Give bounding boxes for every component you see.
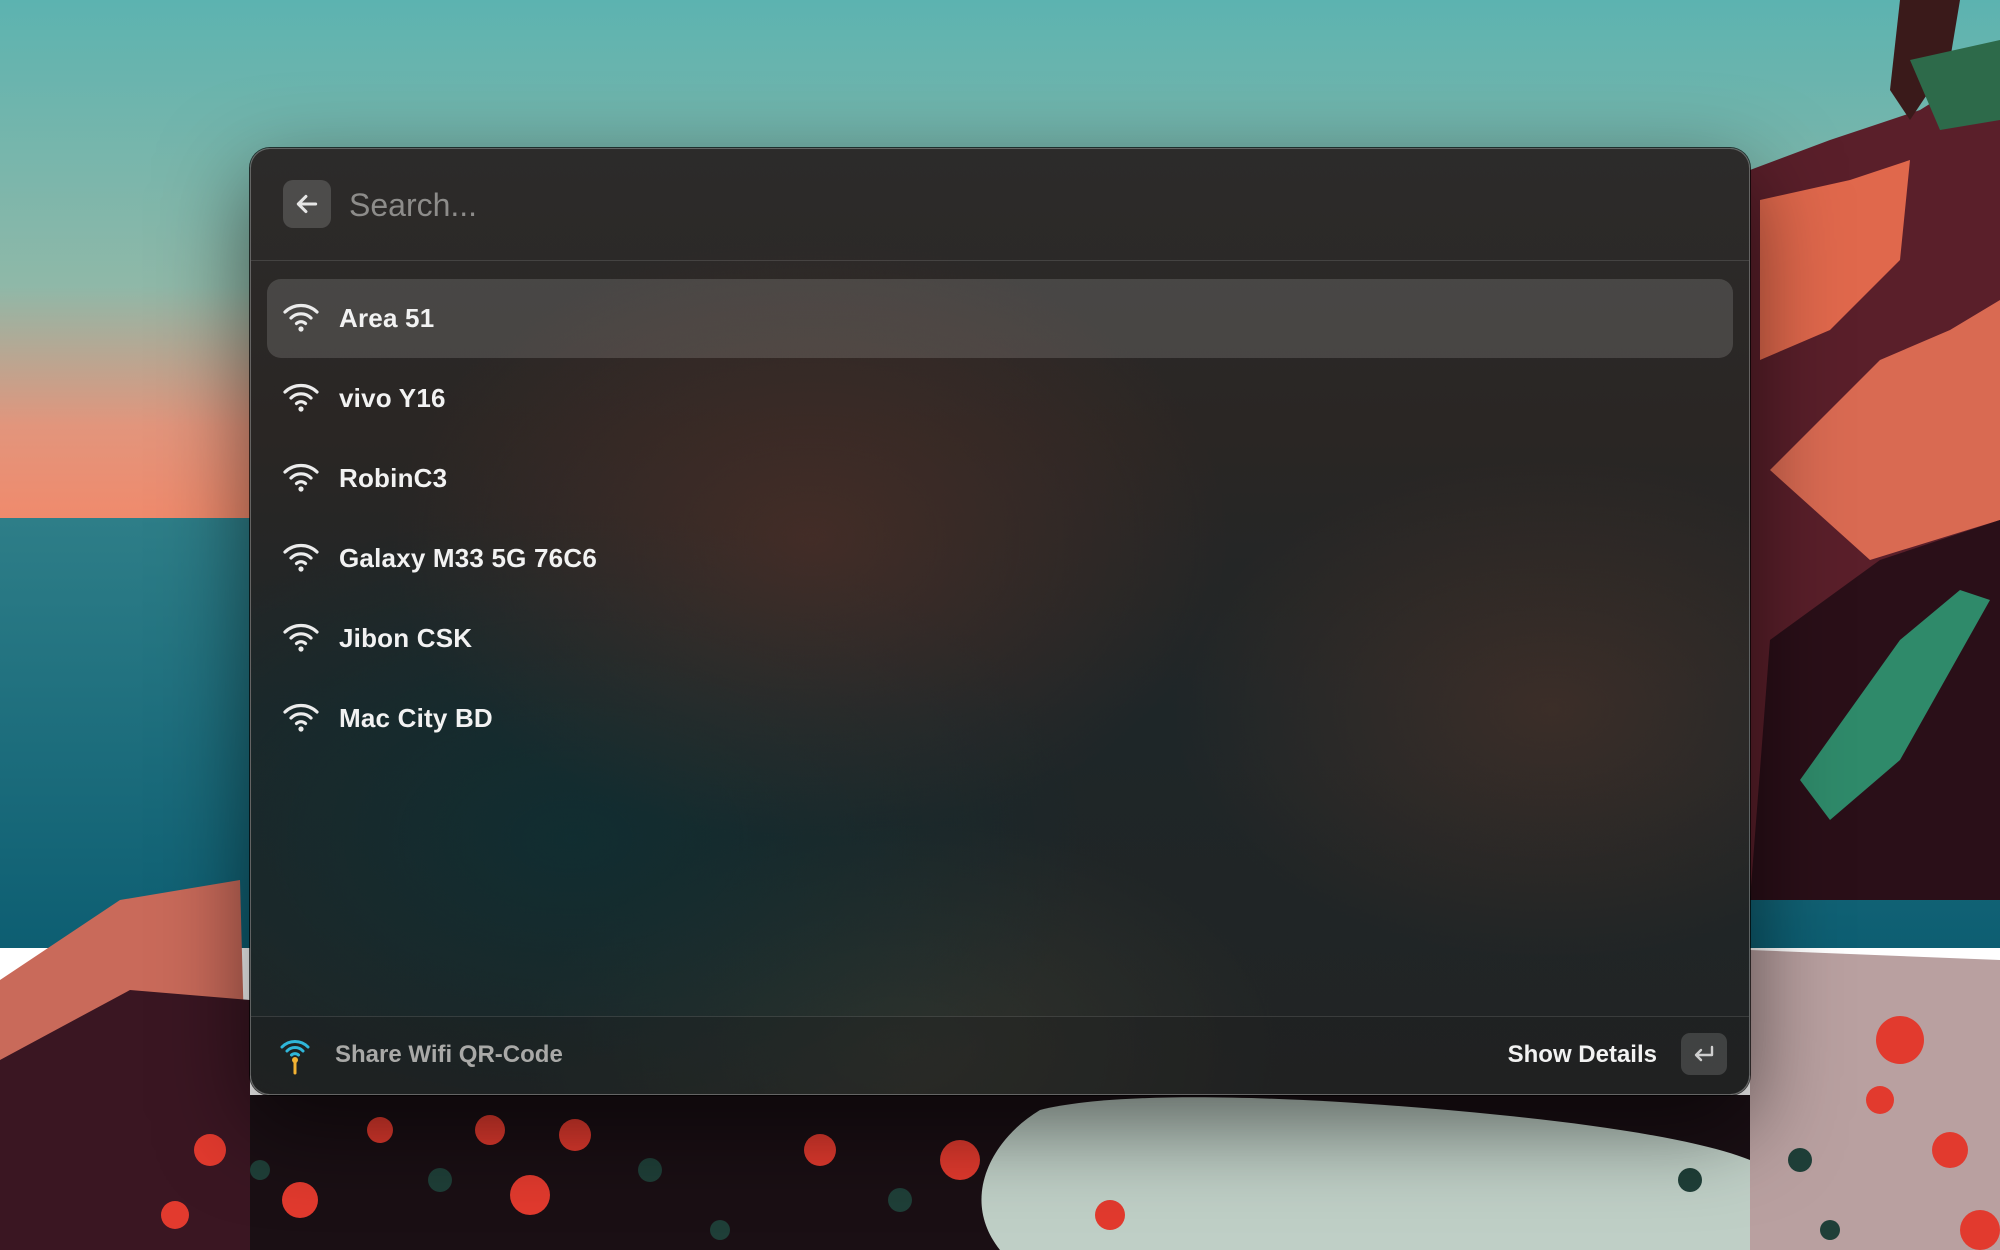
search-input[interactable] bbox=[347, 176, 1691, 234]
list-item-galaxy-m33[interactable]: Galaxy M33 5G 76C6 bbox=[267, 519, 1733, 598]
show-details-button[interactable]: Show Details bbox=[1508, 1041, 1657, 1069]
wifi-icon bbox=[281, 301, 321, 333]
network-list: Area 51 vivo Y16 RobinC3 Galaxy M33 5G 7… bbox=[267, 279, 1733, 759]
arrow-left-icon bbox=[296, 194, 318, 214]
wifi-icon bbox=[281, 621, 321, 653]
list-item-mac-city-bd[interactable]: Mac City BD bbox=[267, 679, 1733, 758]
wifi-icon bbox=[281, 701, 321, 733]
list-item-robinc3[interactable]: RobinC3 bbox=[267, 439, 1733, 518]
wifi-icon bbox=[281, 461, 321, 493]
back-button[interactable] bbox=[283, 180, 331, 228]
network-name: Mac City BD bbox=[339, 703, 493, 733]
network-name: vivo Y16 bbox=[339, 383, 446, 413]
list-item-vivo-y16[interactable]: vivo Y16 bbox=[267, 359, 1733, 438]
extension-name: Share Wifi QR-Code bbox=[335, 1041, 563, 1068]
wifi-icon bbox=[281, 541, 321, 573]
launcher-window: Area 51 vivo Y16 RobinC3 Galaxy M33 5G 7… bbox=[250, 148, 1750, 1095]
network-name: Area 51 bbox=[339, 303, 435, 333]
network-name: Jibon CSK bbox=[339, 623, 473, 653]
network-name: RobinC3 bbox=[339, 463, 448, 493]
network-name: Galaxy M33 5G 76C6 bbox=[339, 543, 597, 573]
search-bar bbox=[251, 149, 1749, 261]
list-item-area-51[interactable]: Area 51 bbox=[267, 279, 1733, 358]
wifi-tower-icon bbox=[279, 1035, 311, 1075]
return-key-icon[interactable] bbox=[1681, 1033, 1727, 1075]
list-item-jibon-csk[interactable]: Jibon CSK bbox=[267, 599, 1733, 678]
wifi-icon bbox=[281, 381, 321, 413]
action-bar: Share Wifi QR-Code Show Details bbox=[251, 1016, 1749, 1094]
